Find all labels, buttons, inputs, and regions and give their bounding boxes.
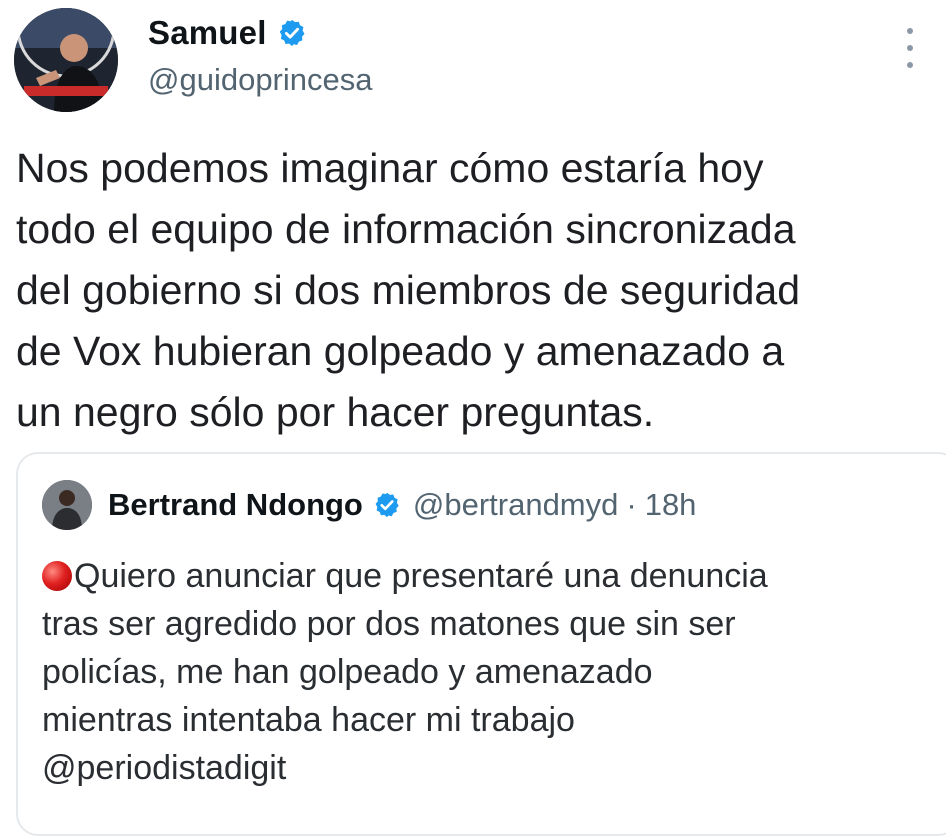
quoted-text-rest: tras ser agredido por dos matones que si…	[42, 605, 736, 787]
author-handle[interactable]: @guidoprincesa	[148, 62, 373, 98]
author-avatar[interactable]	[14, 8, 118, 112]
dot-icon	[907, 62, 913, 68]
tweet-text: Nos podemos imaginar cómo estaría hoy to…	[16, 145, 801, 435]
more-options-icon[interactable]	[898, 28, 922, 68]
quoted-text-first-line: Quiero anunciar que presentaré una denun…	[74, 557, 768, 595]
verified-badge-icon	[279, 19, 305, 47]
quoted-tweet[interactable]: Bertrand Ndongo @bertrandmyd · 18h Quier…	[16, 452, 946, 836]
quoted-author-avatar[interactable]	[42, 480, 92, 530]
quoted-author-name[interactable]: Bertrand Ndongo	[108, 487, 363, 523]
author-name-row: Samuel	[148, 14, 307, 52]
quoted-timestamp[interactable]: 18h	[645, 487, 697, 523]
separator-dot: ·	[626, 487, 637, 522]
verified-badge-icon	[375, 492, 399, 518]
quoted-author-handle[interactable]: @bertrandmyd	[413, 487, 619, 523]
author-name[interactable]: Samuel	[148, 14, 267, 52]
tweet: Samuel @guidoprincesa Nos podemos imagin…	[0, 0, 946, 836]
quoted-tweet-header: Bertrand Ndongo @bertrandmyd · 18h	[42, 480, 696, 530]
dot-icon	[907, 45, 913, 51]
red-circle-icon	[42, 561, 72, 591]
dot-icon	[907, 28, 913, 34]
quoted-tweet-text: Quiero anunciar que presentaré una denun…	[42, 552, 922, 792]
